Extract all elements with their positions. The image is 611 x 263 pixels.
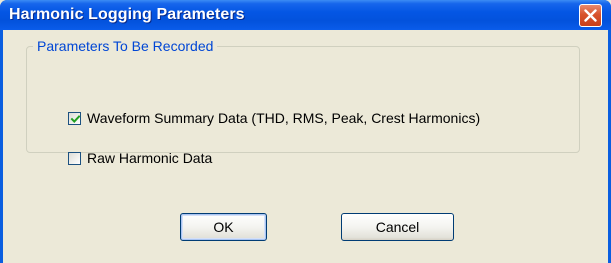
waveform-summary-label: Waveform Summary Data (THD, RMS, Peak, C… [87, 110, 481, 126]
ok-button[interactable]: OK [180, 213, 267, 241]
raw-harmonic-option[interactable]: Raw Harmonic Data [68, 150, 212, 166]
close-icon [584, 9, 597, 22]
checkmark-icon [70, 114, 81, 123]
raw-harmonic-label: Raw Harmonic Data [87, 150, 213, 166]
close-button[interactable] [579, 4, 602, 27]
raw-harmonic-checkbox[interactable] [68, 151, 81, 165]
waveform-summary-checkbox[interactable] [68, 111, 81, 125]
waveform-summary-option[interactable]: Waveform Summary Data (THD, RMS, Peak, C… [68, 110, 480, 126]
window-title: Harmonic Logging Parameters [9, 6, 245, 23]
cancel-button[interactable]: Cancel [341, 213, 454, 241]
title-bar[interactable]: Harmonic Logging Parameters [0, 0, 611, 30]
dialog-window: Harmonic Logging Parameters Parameters T… [0, 0, 611, 263]
groupbox-legend: Parameters To Be Recorded [33, 38, 218, 54]
parameters-groupbox [26, 46, 580, 153]
